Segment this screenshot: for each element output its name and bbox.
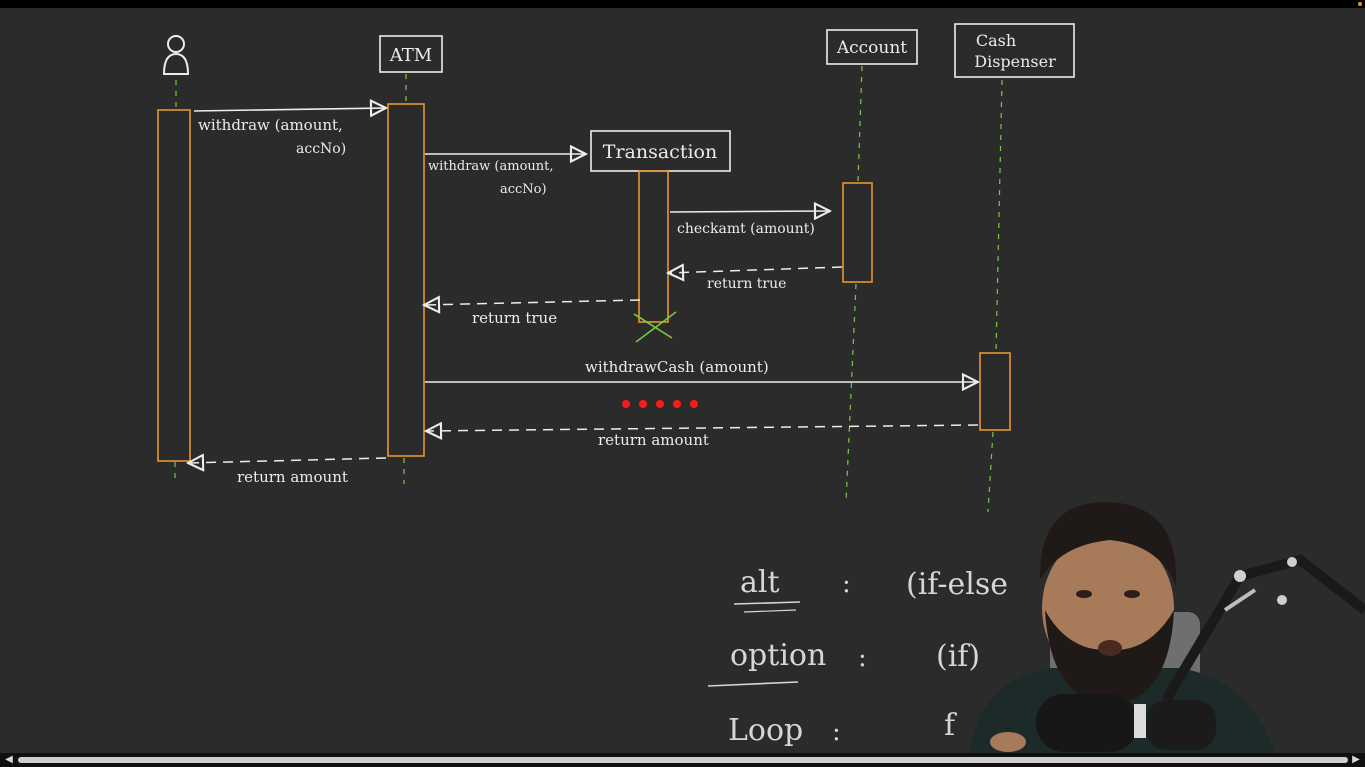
lifeline-cash-top <box>995 79 1003 353</box>
message-arrow-withdraw-1 <box>193 108 386 111</box>
message-label-return-true-1: return true <box>707 276 786 292</box>
lifeline-transaction-label: Transaction <box>603 141 717 163</box>
message-label-withdraw-2b: accNo) <box>500 182 547 197</box>
actor-user-icon <box>162 35 190 75</box>
message-label-checkamt: checkamt (amount) <box>677 221 815 237</box>
note-option-colon: : <box>858 643 867 673</box>
sequence-diagram: ATM Account Cash Dispenser Transaction w… <box>157 23 1365 753</box>
note-alt-label: alt <box>740 565 780 600</box>
activation-atm <box>387 103 425 457</box>
lifeline-account-box: Account <box>826 29 918 65</box>
activation-user <box>157 109 191 462</box>
message-label-withdraw-cash: withdrawCash (amount) <box>585 358 769 376</box>
message-label-return-amount-1: return amount <box>598 431 709 449</box>
scrollbar-thumb[interactable] <box>18 757 1348 763</box>
note-alt-value: (if-else <box>906 567 1008 602</box>
lifeline-dispenser-label: Dispenser <box>974 52 1056 71</box>
note-alt-colon: : <box>842 569 851 599</box>
note-option-value: (if) <box>936 639 980 674</box>
message-label-withdraw-1a: withdraw (amount, <box>198 116 343 134</box>
message-arrow-return-true-2 <box>424 300 641 305</box>
scroll-right-icon[interactable]: ▶ <box>1350 754 1362 766</box>
message-label-return-true-2: return true <box>472 309 557 327</box>
scroll-left-icon[interactable]: ◀ <box>3 754 15 766</box>
message-arrow-return-amount-2 <box>188 458 387 463</box>
destroy-marker <box>633 311 677 343</box>
activation-transaction <box>638 170 669 323</box>
note-loop-value: f <box>944 708 957 743</box>
lifeline-transaction-box: Transaction <box>590 130 731 172</box>
message-label-withdraw-1b: accNo) <box>296 141 346 157</box>
message-arrow-return-true-1 <box>668 267 843 273</box>
note-option-label: option <box>730 638 826 673</box>
note-loop-colon: : <box>832 717 841 747</box>
lifeline-account-top <box>857 65 863 183</box>
lifeline-cash-dispenser-box: Cash Dispenser <box>954 23 1075 78</box>
activation-cash-dispenser <box>979 352 1011 431</box>
lifeline-cash-label: Cash <box>976 31 1016 50</box>
message-arrow-checkamt <box>669 211 830 212</box>
message-label-return-amount-2: return amount <box>237 468 348 486</box>
lifeline-atm-box: ATM <box>379 35 443 73</box>
lifeline-atm-label: ATM <box>389 45 432 66</box>
activation-account <box>842 182 873 283</box>
lifeline-account-bottom <box>845 283 857 503</box>
message-label-withdraw-2a: withdraw (amount, <box>428 159 554 174</box>
note-loop-label: Loop <box>728 713 803 748</box>
lifeline-account-label: Account <box>836 38 907 58</box>
lifeline-cash-bottom <box>987 431 994 513</box>
presenter-image <box>970 501 1365 753</box>
red-dots <box>622 400 698 408</box>
